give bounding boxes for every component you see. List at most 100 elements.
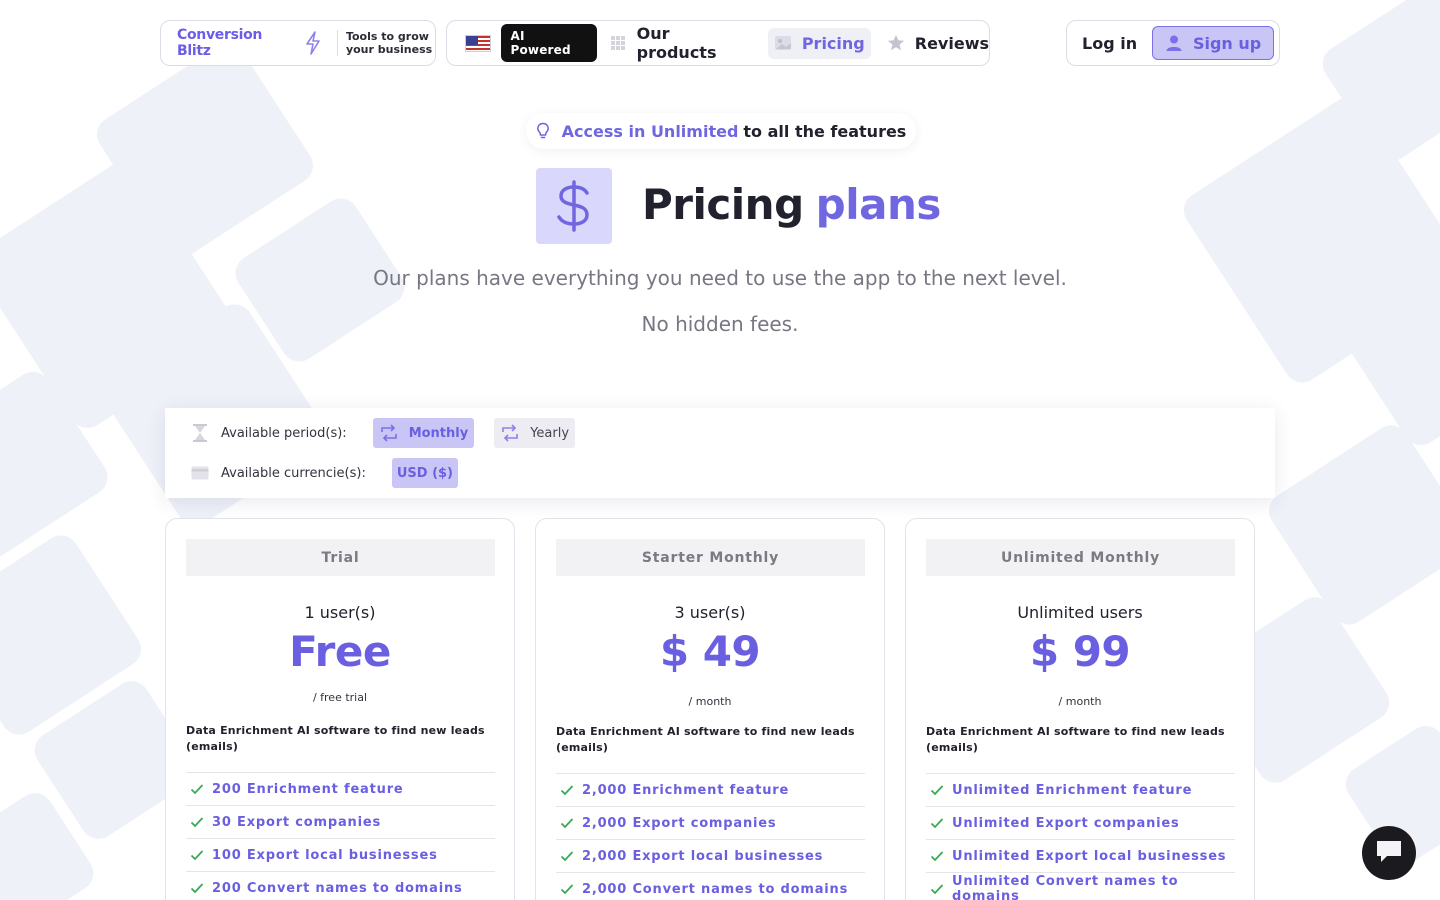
card-icon: [191, 466, 209, 480]
feature-label: Unlimited Export companies: [952, 815, 1180, 831]
feature-item: 30 Export companies: [186, 805, 495, 838]
hourglass-icon: [191, 423, 209, 443]
plan-features: 200 Enrichment feature 30 Export compani…: [186, 772, 495, 900]
repeat-icon: [500, 424, 520, 442]
check-icon: [560, 850, 574, 862]
chat-icon: [1374, 837, 1404, 869]
feature-label: Unlimited Export local businesses: [952, 848, 1227, 864]
chat-button[interactable]: [1362, 826, 1416, 880]
currency-usd-button[interactable]: USD ($): [391, 458, 458, 488]
page-subtitle: Our plans have everything you need to us…: [373, 266, 1067, 290]
nav-our-products[interactable]: Our products: [609, 24, 752, 62]
feature-item: 2,000 Export local businesses: [556, 839, 865, 872]
plan-price: $ 49: [659, 627, 761, 676]
plan-users: 1 user(s): [304, 603, 376, 622]
announcement-text: to all the features: [743, 121, 907, 141]
feature-label: 2,000 Enrichment feature: [582, 782, 790, 798]
plan-features: 2,000 Enrichment feature 2,000 Export co…: [556, 773, 865, 900]
announcement-highlight: Access in Unlimited: [561, 121, 739, 141]
brand-box[interactable]: Conversion Blitz Tools to grow your busi…: [160, 20, 436, 66]
pricing-image-icon: [774, 34, 792, 52]
plan-name: Trial: [186, 539, 495, 576]
plan-period: / month: [688, 695, 732, 708]
plan-description: Data Enrichment AI software to find new …: [556, 725, 855, 754]
currency-selector: Available currencie(s): USD ($): [191, 458, 458, 488]
period-label: Available period(s):: [221, 425, 347, 441]
period-yearly-label: Yearly: [530, 425, 570, 441]
page-subtitle-fees: No hidden fees.: [641, 312, 799, 336]
feature-item: Unlimited Enrichment feature: [926, 773, 1235, 806]
check-icon: [930, 883, 944, 895]
main-nav: AI Powered Our products Pricing Reviews: [446, 20, 990, 66]
nav-pricing[interactable]: Pricing: [767, 27, 871, 59]
check-icon: [930, 817, 944, 829]
feature-item: Unlimited Export local businesses: [926, 839, 1235, 872]
brand-divider: [336, 30, 338, 56]
plan-features: Unlimited Enrichment feature Unlimited E…: [926, 773, 1235, 900]
plan-description: Data Enrichment AI software to find new …: [926, 725, 1225, 754]
feature-label: 30 Export companies: [212, 814, 381, 830]
plan-price: $ 99: [1029, 627, 1131, 676]
nav-our-products-label: Our products: [636, 24, 717, 62]
plan-name: Unlimited Monthly: [926, 539, 1235, 576]
plan-card-starter-monthly: Starter Monthly 3 user(s) $ 49 / month D…: [535, 518, 885, 900]
plan-users: 3 user(s): [674, 603, 746, 622]
plan-users: Unlimited users: [1017, 603, 1143, 622]
feature-label: 100 Export local businesses: [212, 847, 438, 863]
nav-reviews-label: Reviews: [914, 33, 989, 53]
top-navigation: Conversion Blitz Tools to grow your busi…: [160, 20, 1280, 66]
feature-item: 200 Convert names to domains: [186, 871, 495, 900]
signup-button[interactable]: Sign up: [1152, 26, 1275, 60]
feature-label: 2,000 Convert names to domains: [582, 881, 849, 897]
star-icon: [887, 34, 905, 52]
feature-item: Unlimited Convert names to domains: [926, 872, 1235, 900]
feature-label: Unlimited Convert names to domains: [952, 874, 1179, 900]
feature-item: 2,000 Enrichment feature: [556, 773, 865, 806]
period-yearly-button[interactable]: Yearly: [494, 418, 576, 448]
ai-powered-badge: AI Powered: [501, 24, 597, 62]
feature-item: 2,000 Export companies: [556, 806, 865, 839]
page-title-accent: plans: [815, 180, 942, 229]
plan-price: Free: [289, 627, 391, 676]
dollar-icon: [536, 168, 612, 244]
us-flag-icon[interactable]: [465, 34, 492, 52]
auth-box: Log in Sign up: [1066, 20, 1280, 66]
feature-label: 2,000 Export local businesses: [582, 848, 824, 864]
feature-item: Unlimited Export companies: [926, 806, 1235, 839]
period-monthly-button[interactable]: Monthly: [372, 418, 475, 448]
check-icon: [190, 816, 204, 828]
feature-label: 200 Enrichment feature: [212, 781, 404, 797]
plan-period: / free trial: [312, 691, 368, 704]
page-title-main: Pricing: [642, 180, 804, 229]
check-icon: [560, 784, 574, 796]
plan-card-trial: Trial 1 user(s) Free / free trial Data E…: [165, 518, 515, 900]
currency-label: Available currencie(s):: [221, 465, 366, 481]
feature-item: 100 Export local businesses: [186, 838, 495, 871]
grid-icon: [609, 34, 627, 52]
repeat-icon: [379, 424, 399, 442]
plan-options-panel: Available period(s): Monthly Yearly Avai…: [165, 408, 1275, 498]
announcement-pill[interactable]: Access in Unlimited to all the features: [526, 113, 916, 149]
brand-name[interactable]: Conversion Blitz: [177, 27, 299, 59]
check-icon: [190, 849, 204, 861]
user-icon: [1165, 34, 1183, 52]
signup-label: Sign up: [1192, 33, 1262, 53]
feature-label: 2,000 Export companies: [582, 815, 777, 831]
lightbulb-icon: [536, 122, 550, 140]
check-icon: [930, 784, 944, 796]
feature-label: 200 Convert names to domains: [212, 880, 463, 896]
login-button[interactable]: Log in: [1082, 34, 1137, 53]
page-title: Pricing plans: [642, 180, 941, 229]
feature-item: 2,000 Convert names to domains: [556, 872, 865, 900]
nav-pricing-label: Pricing: [801, 33, 865, 53]
period-monthly-label: Monthly: [408, 425, 469, 441]
plan-name: Starter Monthly: [556, 539, 865, 576]
plan-period: / month: [1058, 695, 1102, 708]
feature-item: 200 Enrichment feature: [186, 772, 495, 805]
plan-description: Data Enrichment AI software to find new …: [186, 724, 485, 753]
nav-reviews[interactable]: Reviews: [887, 34, 989, 53]
period-selector: Available period(s): Monthly Yearly: [191, 418, 576, 448]
plan-card-unlimited-monthly: Unlimited Monthly Unlimited users $ 99 /…: [905, 518, 1255, 900]
check-icon: [930, 850, 944, 862]
check-icon: [560, 817, 574, 829]
